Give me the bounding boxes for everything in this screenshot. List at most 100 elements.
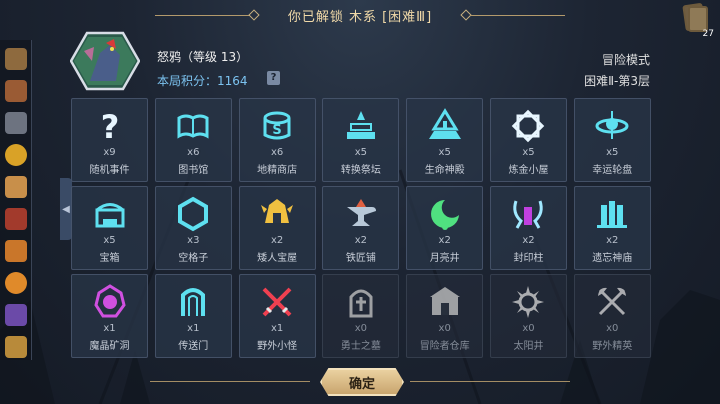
location-tile[interactable]: x5 炼金小屋 [489, 98, 567, 182]
tile-name: 生命神殿 [424, 165, 465, 176]
tile-name: 空格子 [178, 253, 209, 264]
seal-pillar-icon [509, 195, 547, 233]
tile-name: 图书馆 [178, 165, 209, 176]
crossed-swords-icon [258, 283, 296, 321]
location-tile[interactable]: x5 宝箱 [71, 186, 148, 270]
tile-name: 随机事件 [89, 165, 130, 176]
tile-count: x5 [606, 147, 619, 158]
tile-count: x5 [438, 147, 451, 158]
tile-name: 封印柱 [513, 253, 544, 264]
card-icon[interactable] [5, 304, 27, 326]
tile-count: x0 [606, 323, 619, 334]
hexagon-icon [174, 195, 212, 233]
tile-count: x5 [354, 147, 368, 158]
location-tile[interactable]: x2 封印柱 [489, 186, 567, 270]
confirm-button[interactable]: 确定 [320, 368, 404, 396]
banner-left-ornament [248, 9, 260, 21]
tile-name: 地精商店 [257, 165, 298, 176]
svg-text:S: S [272, 123, 281, 138]
backpack-icon[interactable] [5, 80, 27, 102]
forgotten-temple-icon [593, 195, 631, 233]
sidebar [0, 40, 32, 360]
portal-icon [174, 283, 212, 321]
moon-well-icon [426, 195, 464, 233]
tile-name: 矮人宝屋 [257, 253, 298, 264]
deck-count: 27 [702, 29, 714, 39]
location-tile[interactable]: x2 月亮井 [406, 186, 484, 270]
location-tile[interactable]: x0 冒险者仓库 [406, 274, 484, 358]
tile-name: 传送门 [178, 341, 209, 352]
question-icon: ? [91, 107, 129, 145]
coin-icon[interactable] [5, 144, 27, 166]
alchemy-icon [509, 107, 547, 145]
banner-right-line [470, 15, 565, 16]
location-tile[interactable]: x3 空格子 [154, 186, 232, 270]
anvil-icon [342, 195, 380, 233]
location-tile[interactable]: x1 野外小怪 [238, 274, 316, 358]
location-tile[interactable]: x0 野外精英 [573, 274, 651, 358]
spellbook-icon[interactable] [5, 208, 27, 230]
help-icon[interactable]: ? [267, 71, 280, 85]
temple-icon [426, 107, 464, 145]
location-tile[interactable]: ? x9 随机事件 [71, 98, 148, 182]
location-tile[interactable]: x5 幸运轮盘 [573, 98, 651, 182]
tile-name: 勇士之墓 [340, 341, 381, 352]
location-tile[interactable]: x5 生命神殿 [406, 98, 484, 182]
altar-icon [342, 107, 380, 145]
location-tile[interactable]: Sx6 地精商店 [238, 98, 316, 182]
location-tile[interactable]: x2 遗忘神庙 [573, 186, 651, 270]
location-tile[interactable]: x6 图书馆 [154, 98, 232, 182]
tile-count: x9 [103, 147, 116, 158]
shop-icon: S [258, 107, 296, 145]
location-tile[interactable]: x2 铁匠铺 [322, 186, 400, 270]
tile-count: x2 [606, 235, 619, 246]
bottom-left-line [150, 381, 310, 382]
stone-icon[interactable] [5, 112, 27, 134]
tile-name: 魔晶矿洞 [89, 341, 130, 352]
tile-name: 冒险者仓库 [419, 341, 470, 352]
tombstone-icon [342, 283, 380, 321]
tile-name: 铁匠铺 [345, 253, 376, 264]
tile-name: 月亮井 [429, 253, 460, 264]
map-icon[interactable] [5, 48, 27, 70]
scroll-icon[interactable] [5, 176, 27, 198]
crystal-mine-icon [91, 283, 129, 321]
chest-icon [91, 195, 129, 233]
difficulty-floor: 困难Ⅱ-第3层 [584, 74, 650, 88]
run-score: 本局积分：1164 [157, 74, 248, 88]
tile-name: 炼金小屋 [508, 165, 549, 176]
tile-count: x2 [354, 235, 368, 246]
dwarf-treasure-icon [258, 195, 296, 233]
location-tile[interactable]: x1 传送门 [154, 274, 232, 358]
book-icon [174, 107, 212, 145]
warehouse-icon [426, 283, 464, 321]
svg-text:?: ? [100, 108, 119, 145]
tile-name: 幸运轮盘 [592, 165, 633, 176]
card-deck-button[interactable]: 27 [682, 2, 714, 39]
roulette-icon [593, 107, 631, 145]
location-tile[interactable]: x1 魔晶矿洞 [71, 274, 148, 358]
tile-name: 野外精英 [592, 341, 633, 352]
tile-count: x2 [438, 235, 451, 246]
location-tile[interactable]: x2 矮人宝屋 [238, 186, 316, 270]
game-mode: 冒险模式 [601, 53, 650, 67]
player-name: 怒鸦（等级 13） [157, 50, 249, 64]
tile-count: x2 [270, 235, 284, 246]
banner-left-line [155, 15, 250, 16]
crossed-axes-icon [593, 283, 631, 321]
location-tile[interactable]: x0 太阳井 [489, 274, 567, 358]
location-tile[interactable]: x0 勇士之墓 [322, 274, 400, 358]
tile-count: x1 [187, 323, 200, 334]
tile-count: x2 [522, 235, 535, 246]
tile-count: x5 [103, 235, 116, 246]
anubis-icon[interactable] [5, 336, 27, 358]
sun-well-icon [509, 283, 547, 321]
tile-name: 宝箱 [99, 253, 120, 264]
tile-name: 遗忘神庙 [592, 253, 633, 264]
tile-name: 转换祭坛 [340, 165, 381, 176]
gem-icon[interactable] [5, 272, 27, 294]
tile-name: 野外小怪 [257, 341, 298, 352]
tile-count: x0 [354, 323, 368, 334]
wand-icon[interactable] [5, 240, 27, 262]
location-tile[interactable]: x5 转换祭坛 [322, 98, 400, 182]
